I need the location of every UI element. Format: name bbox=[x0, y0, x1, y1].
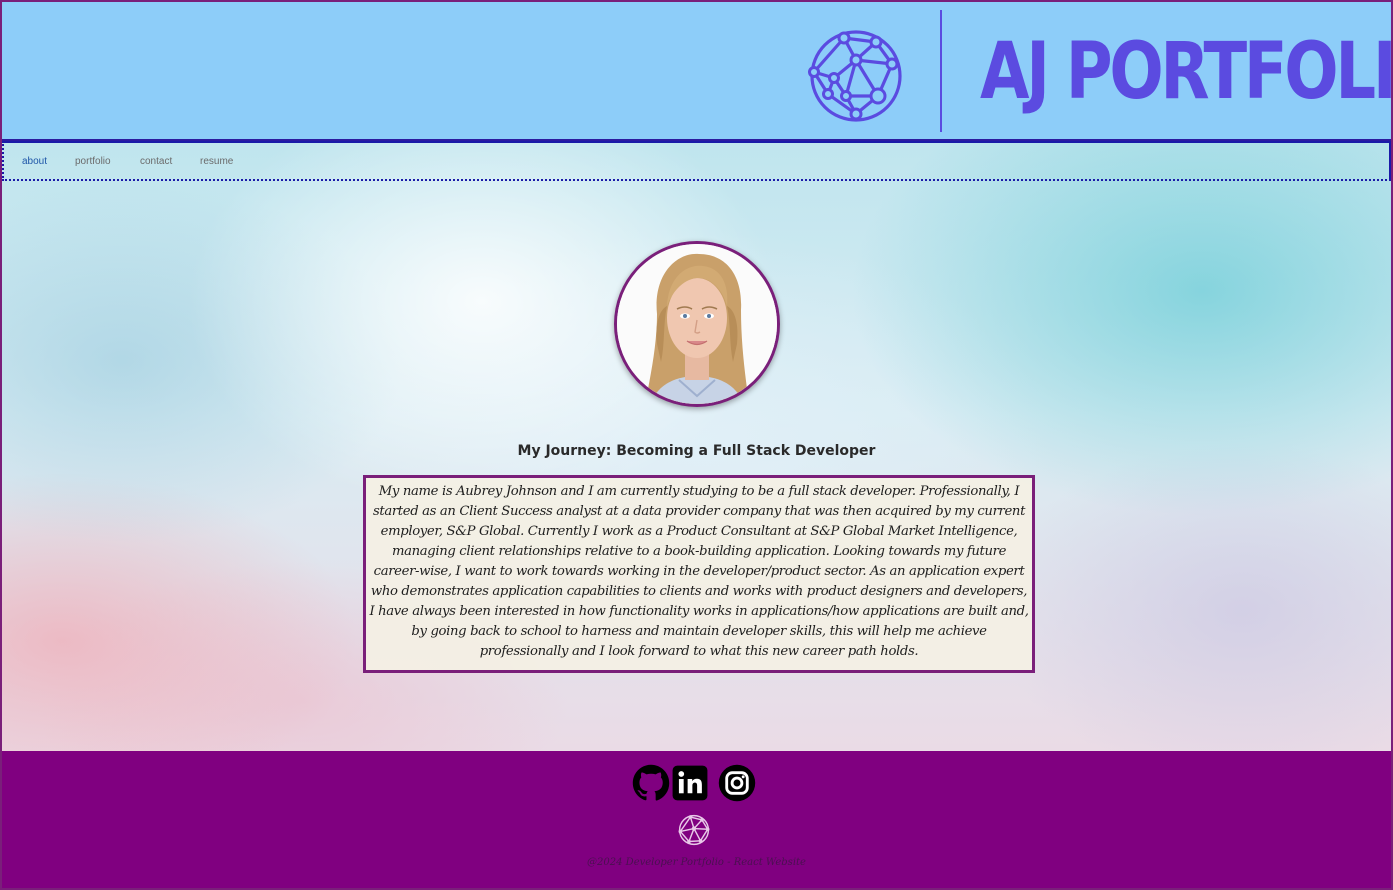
bio-card: My name is Aubrey Johnson and I am curre… bbox=[363, 475, 1035, 673]
copyright-text: @2024 Developer Portfolio - React Websit… bbox=[587, 857, 806, 868]
instagram-icon[interactable] bbox=[718, 764, 756, 802]
main-nav: about portfolio contact resume bbox=[2, 141, 1391, 181]
nav-item-contact[interactable]: contact bbox=[140, 156, 172, 167]
network-globe-icon[interactable] bbox=[806, 24, 906, 124]
page-title: My Journey: Becoming a Full Stack Develo… bbox=[517, 443, 876, 459]
site-footer: @2024 Developer Portfolio - React Websit… bbox=[2, 751, 1391, 888]
github-icon[interactable] bbox=[632, 764, 670, 802]
profile-photo bbox=[617, 244, 777, 404]
network-globe-icon bbox=[678, 814, 710, 846]
page: AJ PORTFOLIO about portfolio contact res… bbox=[0, 0, 1393, 890]
avatar bbox=[614, 241, 780, 407]
nav-item-about[interactable]: about bbox=[22, 156, 47, 167]
nav-item-resume[interactable]: resume bbox=[200, 156, 233, 167]
linkedin-icon[interactable] bbox=[671, 764, 709, 802]
nav-item-portfolio[interactable]: portfolio bbox=[75, 156, 111, 167]
site-header: AJ PORTFOLIO bbox=[2, 2, 1391, 141]
bio-text: My name is Aubrey Johnson and I am curre… bbox=[369, 484, 1029, 659]
brand-title[interactable]: AJ PORTFOLIO bbox=[980, 24, 1391, 120]
header-divider bbox=[940, 10, 942, 132]
